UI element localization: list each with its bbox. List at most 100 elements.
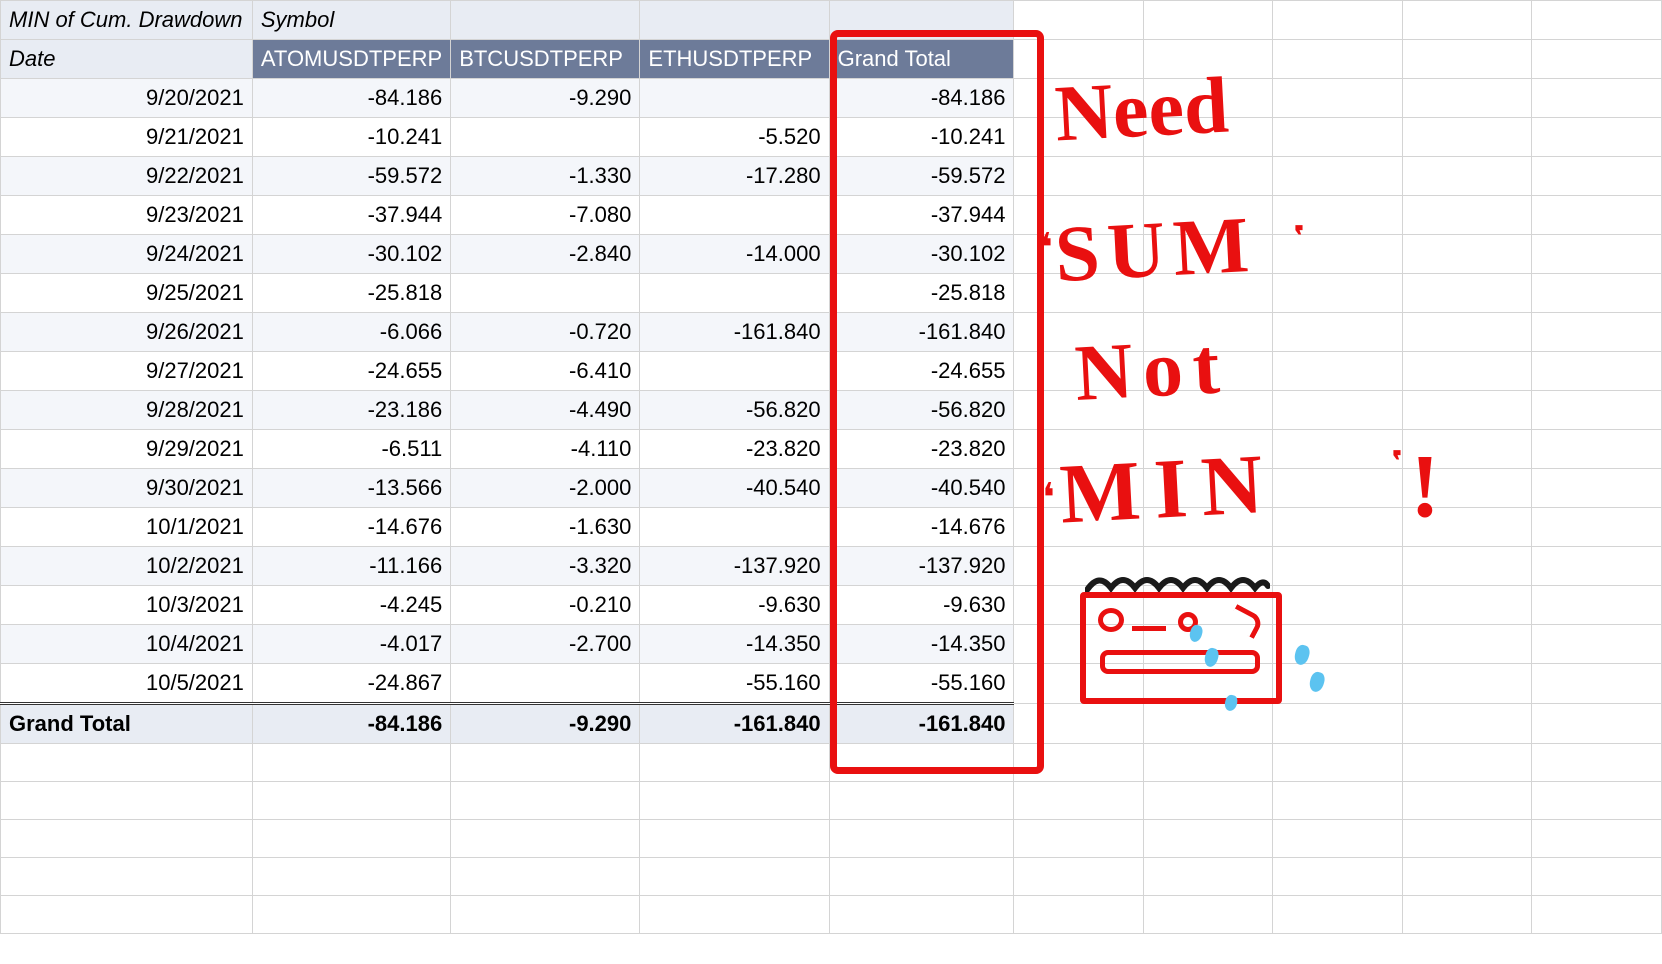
empty-cell[interactable] — [1014, 820, 1143, 858]
value-cell-btc[interactable] — [451, 118, 640, 157]
empty-cell[interactable] — [451, 782, 640, 820]
empty-cell[interactable] — [1014, 391, 1143, 430]
empty-cell[interactable] — [1402, 586, 1531, 625]
empty-cell[interactable] — [1014, 352, 1143, 391]
date-cell[interactable]: 9/21/2021 — [1, 118, 253, 157]
value-cell-eth[interactable] — [640, 508, 829, 547]
empty-cell[interactable] — [1273, 508, 1402, 547]
value-cell-eth[interactable]: -23.820 — [640, 430, 829, 469]
column-header-btc[interactable]: BTCUSDTPERP — [451, 40, 640, 79]
empty-cell[interactable] — [252, 744, 450, 782]
empty-cell[interactable] — [1532, 79, 1662, 118]
empty-cell[interactable] — [1014, 625, 1143, 664]
empty-cell[interactable] — [1273, 352, 1402, 391]
empty-cell[interactable] — [1143, 430, 1272, 469]
value-cell-total[interactable]: -59.572 — [829, 157, 1014, 196]
empty-cell[interactable] — [1532, 858, 1662, 896]
empty-cell[interactable] — [252, 896, 450, 934]
value-cell-btc[interactable] — [451, 664, 640, 704]
empty-cell[interactable] — [1014, 118, 1143, 157]
value-cell-atom[interactable]: -59.572 — [252, 157, 450, 196]
date-cell[interactable]: 10/4/2021 — [1, 625, 253, 664]
empty-cell[interactable] — [1, 896, 253, 934]
empty-cell[interactable] — [1532, 469, 1662, 508]
empty-cell[interactable] — [1402, 664, 1531, 704]
date-cell[interactable]: 9/28/2021 — [1, 391, 253, 430]
pivot-row-field-label[interactable]: Date — [1, 40, 253, 79]
value-cell-btc[interactable] — [451, 274, 640, 313]
empty-cell[interactable] — [1273, 586, 1402, 625]
empty-cell[interactable] — [451, 858, 640, 896]
empty-cell[interactable] — [1532, 896, 1662, 934]
value-cell-btc[interactable]: -4.110 — [451, 430, 640, 469]
empty-cell[interactable] — [1532, 157, 1662, 196]
empty-cell[interactable] — [451, 820, 640, 858]
empty-cell[interactable] — [1402, 858, 1531, 896]
empty-cell[interactable] — [1402, 40, 1531, 79]
value-cell-btc[interactable]: -3.320 — [451, 547, 640, 586]
empty-cell[interactable] — [1273, 118, 1402, 157]
column-header-eth[interactable]: ETHUSDTPERP — [640, 40, 829, 79]
empty-cell[interactable] — [1143, 1, 1272, 40]
value-cell-atom[interactable]: -14.676 — [252, 508, 450, 547]
column-header-atom[interactable]: ATOMUSDTPERP — [252, 40, 450, 79]
date-cell[interactable]: 10/5/2021 — [1, 664, 253, 704]
empty-cell[interactable] — [1143, 625, 1272, 664]
value-cell-btc[interactable]: -4.490 — [451, 391, 640, 430]
empty-cell[interactable] — [1143, 235, 1272, 274]
empty-cell[interactable] — [1532, 40, 1662, 79]
empty-cell[interactable] — [1532, 196, 1662, 235]
value-cell-total[interactable]: -24.655 — [829, 352, 1014, 391]
empty-cell[interactable] — [1014, 744, 1143, 782]
empty-cell[interactable] — [1402, 157, 1531, 196]
value-cell-atom[interactable]: -23.186 — [252, 391, 450, 430]
value-cell-eth[interactable]: -55.160 — [640, 664, 829, 704]
date-cell[interactable]: 9/20/2021 — [1, 79, 253, 118]
grand-total-atom[interactable]: -84.186 — [252, 704, 450, 744]
date-cell[interactable]: 9/26/2021 — [1, 313, 253, 352]
pivot-column-field-label[interactable]: Symbol — [252, 1, 450, 40]
value-cell-btc[interactable]: -9.290 — [451, 79, 640, 118]
empty-cell[interactable] — [1402, 547, 1531, 586]
empty-cell[interactable] — [1402, 896, 1531, 934]
empty-cell[interactable] — [1014, 586, 1143, 625]
empty-cell[interactable] — [1532, 586, 1662, 625]
empty-cell[interactable] — [1532, 391, 1662, 430]
empty-cell[interactable] — [1273, 744, 1402, 782]
empty-cell[interactable] — [1532, 313, 1662, 352]
value-cell-total[interactable]: -56.820 — [829, 391, 1014, 430]
empty-cell[interactable] — [1143, 744, 1272, 782]
empty-cell[interactable] — [1143, 704, 1272, 744]
empty-cell[interactable] — [1273, 547, 1402, 586]
value-cell-atom[interactable]: -10.241 — [252, 118, 450, 157]
empty-cell[interactable] — [829, 896, 1014, 934]
value-cell-btc[interactable]: -1.330 — [451, 157, 640, 196]
empty-cell[interactable] — [1014, 40, 1143, 79]
empty-cell[interactable] — [1143, 79, 1272, 118]
empty-cell[interactable] — [1532, 704, 1662, 744]
empty-cell[interactable] — [1402, 625, 1531, 664]
empty-cell[interactable] — [1143, 118, 1272, 157]
value-cell-total[interactable]: -14.676 — [829, 508, 1014, 547]
empty-cell[interactable] — [1273, 704, 1402, 744]
value-cell-total[interactable]: -25.818 — [829, 274, 1014, 313]
date-cell[interactable]: 9/29/2021 — [1, 430, 253, 469]
empty-cell[interactable] — [1014, 858, 1143, 896]
empty-cell[interactable] — [1532, 508, 1662, 547]
empty-cell[interactable] — [1014, 508, 1143, 547]
value-cell-total[interactable]: -40.540 — [829, 469, 1014, 508]
empty-cell[interactable] — [1402, 744, 1531, 782]
empty-cell[interactable] — [1014, 235, 1143, 274]
date-cell[interactable]: 9/22/2021 — [1, 157, 253, 196]
empty-cell[interactable] — [1402, 1, 1531, 40]
value-cell-atom[interactable]: -6.511 — [252, 430, 450, 469]
value-cell-eth[interactable] — [640, 196, 829, 235]
empty-cell[interactable] — [1532, 744, 1662, 782]
empty-cell[interactable] — [1402, 118, 1531, 157]
empty-cell[interactable] — [1532, 430, 1662, 469]
empty-cell[interactable] — [1402, 79, 1531, 118]
empty-cell[interactable] — [1532, 664, 1662, 704]
value-cell-atom[interactable]: -25.818 — [252, 274, 450, 313]
empty-cell[interactable] — [1273, 625, 1402, 664]
empty-cell[interactable] — [1273, 1, 1402, 40]
